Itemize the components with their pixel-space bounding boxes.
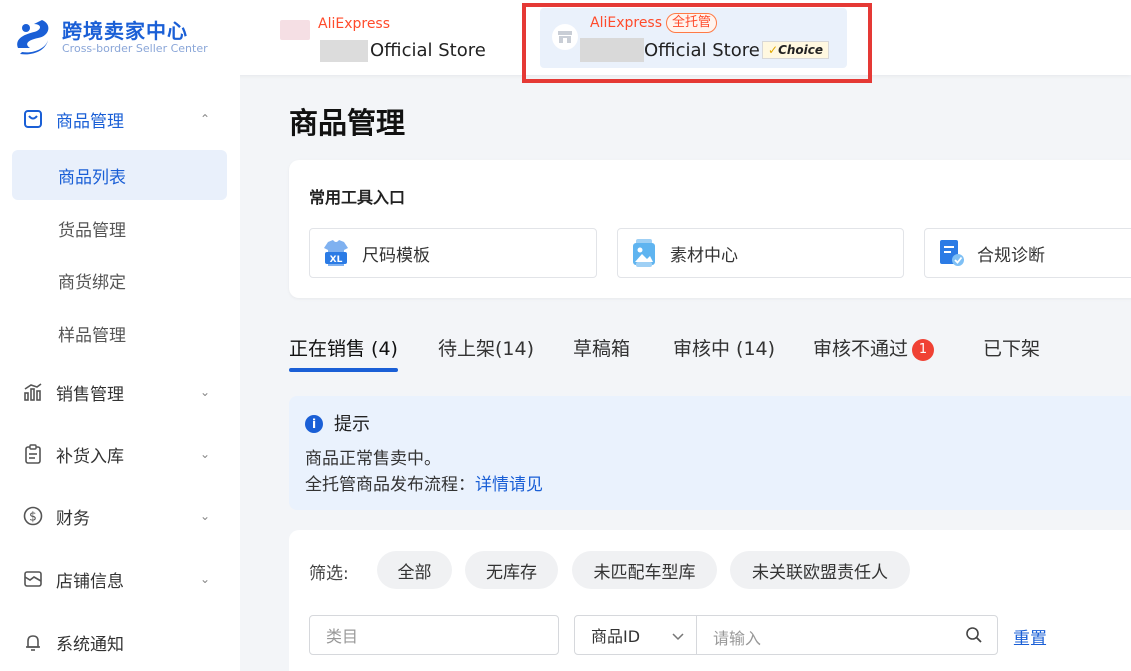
active-tab-indicator [289,368,398,372]
logo[interactable]: 跨境卖家中心 Cross-border Seller Center [12,18,208,56]
sidebar-subitem-product-list[interactable]: 商品列表 [12,150,227,200]
filter-chip-all[interactable]: 全部 [377,551,452,589]
filter-chip-no-stock[interactable]: 无库存 [465,551,558,589]
sidebar: 商品管理 ⌃ 商品列表 货品管理 商货绑定 样品管理 销售管理 ⌄ 补货入库 ⌄… [0,75,240,671]
highlight-frame [522,3,872,83]
tool-label: 合规诊断 [977,241,1045,266]
svg-text:XL: XL [330,255,343,265]
sidebar-item-system-notice[interactable]: 系统通知 [12,617,228,667]
search-icon[interactable] [965,626,983,648]
blurred-store-name [320,40,368,62]
sidebar-item-store-info[interactable]: 店铺信息 ⌄ [12,554,228,604]
sidebar-item-replenishment[interactable]: 补货入库 ⌄ [12,429,228,479]
details-link[interactable]: 详情请见 [475,475,543,495]
clipboard-icon [22,443,44,465]
logo-icon [12,18,52,56]
tip-text: 全托管商品发布流程： [305,475,475,495]
sidebar-item-label: 补货入库 [56,442,124,467]
dollar-icon: $ [22,505,44,527]
select-value: 商品ID [591,623,640,647]
bag-icon [22,108,44,130]
document-check-icon [937,238,965,268]
logo-subtitle: Cross-border Seller Center [62,42,208,55]
logo-title: 跨境卖家中心 [62,20,208,42]
tab-delisted[interactable]: 已下架 [983,334,1040,361]
tip-line-2: 全托管商品发布流程：详情请见 [305,470,543,495]
page-title: 商品管理 [289,100,405,142]
sidebar-item-label: 系统通知 [56,630,124,655]
store-switch-option-1[interactable]: AliExpress Official Store [280,14,500,66]
chevron-down-icon: ⌄ [200,447,210,461]
search-type-select[interactable]: 商品ID [575,616,697,654]
sidebar-item-label: 店铺信息 [56,567,124,592]
tip-line-1: 商品正常售卖中。 [305,444,441,469]
tip-box: i 提示 商品正常售卖中。 全托管商品发布流程：详情请见 [289,396,1131,510]
chevron-down-icon: ⌄ [200,385,210,399]
sidebar-subitem-sample-management[interactable]: 样品管理 [12,308,227,358]
tools-card: 常用工具入口 XL 尺码模板 素材中心 合规诊断 [289,160,1131,298]
tab-on-sale[interactable]: 正在销售 (4) [289,334,398,361]
tool-label: 素材中心 [670,241,738,266]
chevron-up-icon: ⌃ [200,112,210,126]
sidebar-item-finance[interactable]: $ 财务 ⌄ [12,491,228,541]
bell-icon [22,631,44,653]
category-input[interactable]: 类目 [309,615,559,655]
sidebar-subitem-goods-binding[interactable]: 商货绑定 [12,255,227,305]
filter-label: 筛选: [309,559,349,584]
tip-title: 提示 [334,410,370,436]
sidebar-subitem-goods-management[interactable]: 货品管理 [12,203,227,253]
sidebar-item-product-management[interactable]: 商品管理 ⌃ [12,94,228,144]
tab-review-failed[interactable]: 审核不通过1 [813,334,934,361]
tools-title: 常用工具入口 [309,184,405,208]
bar-chart-icon [22,381,44,403]
tab-pending-listing[interactable]: 待上架(14) [438,334,534,361]
tab-label: 审核不通过 [813,338,908,360]
chevron-down-icon: ⌄ [200,509,210,523]
image-icon [630,238,658,268]
tool-material-center[interactable]: 素材中心 [617,228,904,278]
tool-size-template[interactable]: XL 尺码模板 [309,228,597,278]
sidebar-item-label: 商品管理 [56,107,124,132]
count-badge: 1 [912,339,934,361]
store-icon [22,568,44,590]
top-header: 跨境卖家中心 Cross-border Seller Center AliExp… [0,0,1131,75]
filter-chip-no-eu-rep[interactable]: 未关联欧盟责任人 [730,551,910,589]
store-brand: AliExpress [318,16,390,32]
reset-button[interactable]: 重置 [1013,624,1047,649]
info-icon: i [305,415,323,433]
sidebar-item-label: 财务 [56,504,90,529]
blurred-avatar [280,20,310,40]
sidebar-item-label: 销售管理 [56,380,124,405]
tool-label: 尺码模板 [362,241,430,266]
sidebar-item-sales-management[interactable]: 销售管理 ⌄ [12,367,228,417]
filter-card: 筛选: 全部 无库存 未匹配车型库 未关联欧盟责任人 类目 商品ID 请输入 重… [289,530,1131,671]
svg-text:$: $ [29,510,37,524]
tab-drafts[interactable]: 草稿箱 [573,334,630,361]
tab-under-review[interactable]: 审核中 (14) [673,334,775,361]
chevron-down-icon [672,627,684,646]
id-search-group: 商品ID 请输入 [574,615,998,655]
chevron-down-icon: ⌄ [200,572,210,586]
store-name: Official Store [370,40,486,61]
filter-chip-unmatched-vehicle[interactable]: 未匹配车型库 [572,551,717,589]
xl-size-icon: XL [322,238,350,268]
search-input[interactable]: 请输入 [713,625,761,649]
tool-compliance-diagnosis[interactable]: 合规诊断 [924,228,1131,278]
